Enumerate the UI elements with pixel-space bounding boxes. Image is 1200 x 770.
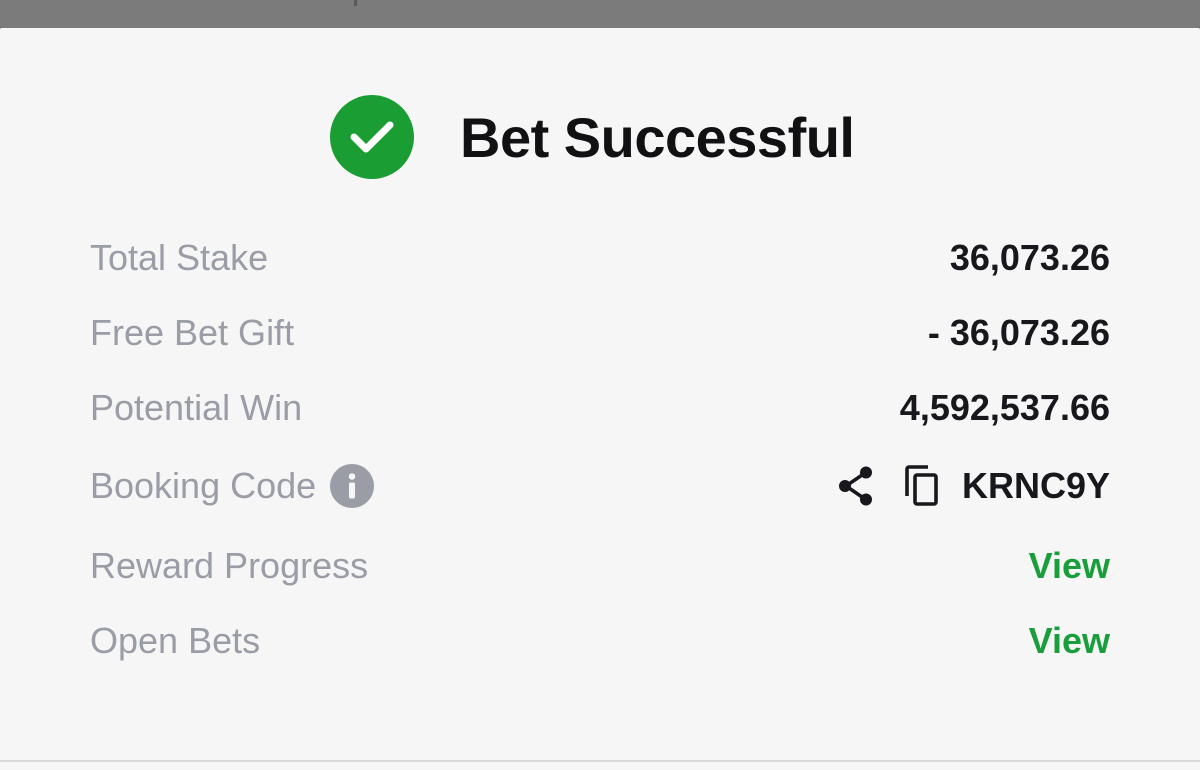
reward-progress-label: Reward Progress: [90, 545, 369, 586]
divider: [0, 760, 1200, 762]
info-icon[interactable]: [330, 464, 375, 508]
detail-row-potential-win: Potential Win 4,592,537.66: [90, 378, 1110, 438]
potential-win-label: Potential Win: [90, 387, 303, 428]
check-circle-icon: [330, 95, 414, 179]
open-bets-label: Open Bets: [90, 620, 261, 661]
page-title: Bet Successful: [460, 105, 855, 169]
detail-row-total-stake: Total Stake 36,073.26: [90, 228, 1110, 288]
booking-code-value-group: KRNC9Y: [834, 464, 1110, 508]
free-bet-gift-label: Free Bet Gift: [90, 312, 295, 353]
total-stake-label: Total Stake: [90, 237, 269, 278]
top-backdrop: [0, 0, 1200, 28]
backdrop-mark: [354, 0, 357, 6]
detail-row-free-bet-gift: Free Bet Gift - 36,073.26: [90, 303, 1110, 363]
free-bet-gift-value: - 36,073.26: [927, 312, 1110, 353]
checkmark-icon: [350, 121, 394, 153]
detail-row-open-bets: Open Bets View: [90, 611, 1110, 671]
bet-confirmation-sheet: Bet Successful Total Stake 36,073.26 Fre…: [0, 28, 1200, 770]
confirmation-header: Bet Successful: [330, 95, 855, 179]
share-icon[interactable]: [834, 464, 878, 508]
detail-row-booking-code: Booking Code KRNC9Y: [90, 456, 1110, 516]
total-stake-value: 36,073.26: [949, 237, 1110, 278]
reward-progress-view-link[interactable]: View: [1029, 545, 1110, 587]
booking-code-label-group: Booking Code: [90, 464, 375, 508]
booking-code-value[interactable]: KRNC9Y: [962, 465, 1110, 507]
booking-code-label: Booking Code: [90, 465, 317, 506]
open-bets-view-link[interactable]: View: [1029, 620, 1110, 662]
potential-win-value: 4,592,537.66: [899, 387, 1110, 428]
detail-row-reward-progress: Reward Progress View: [90, 536, 1110, 596]
copy-icon[interactable]: [900, 464, 944, 508]
